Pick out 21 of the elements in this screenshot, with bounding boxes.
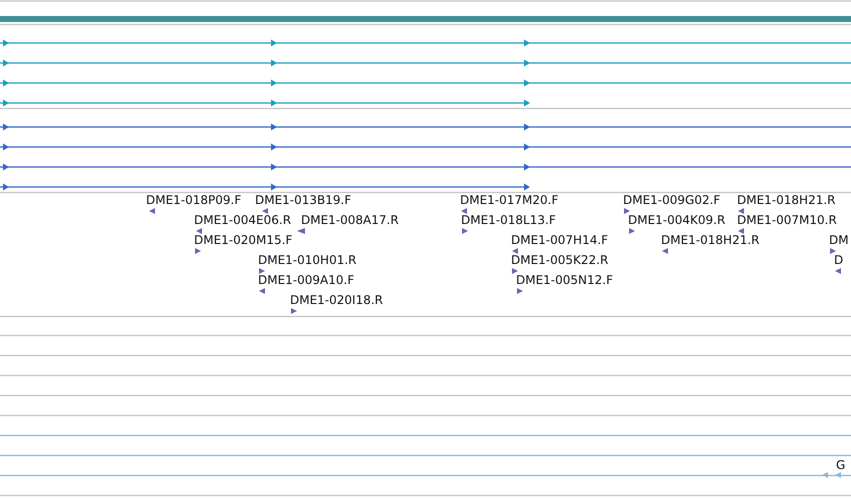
feature-label: DM	[829, 233, 849, 247]
feature-label: DME1-018H21.R	[661, 233, 760, 247]
feature-label: DME1-008A17.R	[301, 213, 399, 227]
feature-label: DME1-020M15.F	[194, 233, 292, 247]
feature-label: DME1-018L13.F	[461, 213, 556, 227]
feature-label: DME1-013B19.F	[255, 193, 352, 207]
feature-label: DME1-004E06.R	[194, 213, 292, 227]
feature-label: DME1-010H01.R	[258, 253, 356, 267]
feature-label: DME1-004K09.R	[628, 213, 726, 227]
feature-label: DME1-018H21.R	[737, 193, 836, 207]
feature-label: DME1-005K22.R	[511, 253, 608, 267]
feature-label: DME1-007M10.R	[737, 213, 837, 227]
feature-label: DME1-018P09.F	[146, 193, 242, 207]
feature-label: DME1-009G02.F	[623, 193, 720, 207]
feature-label: DME1-007H14.F	[511, 233, 608, 247]
feature-label: DME1-009A10.F	[258, 273, 354, 287]
feature-label: G	[836, 458, 846, 472]
feature-label: DME1-020I18.R	[290, 293, 384, 307]
feature-label: D	[834, 253, 844, 267]
feature-label: DME1-005N12.F	[516, 273, 614, 287]
feature-label: DME1-017M20.F	[460, 193, 558, 207]
